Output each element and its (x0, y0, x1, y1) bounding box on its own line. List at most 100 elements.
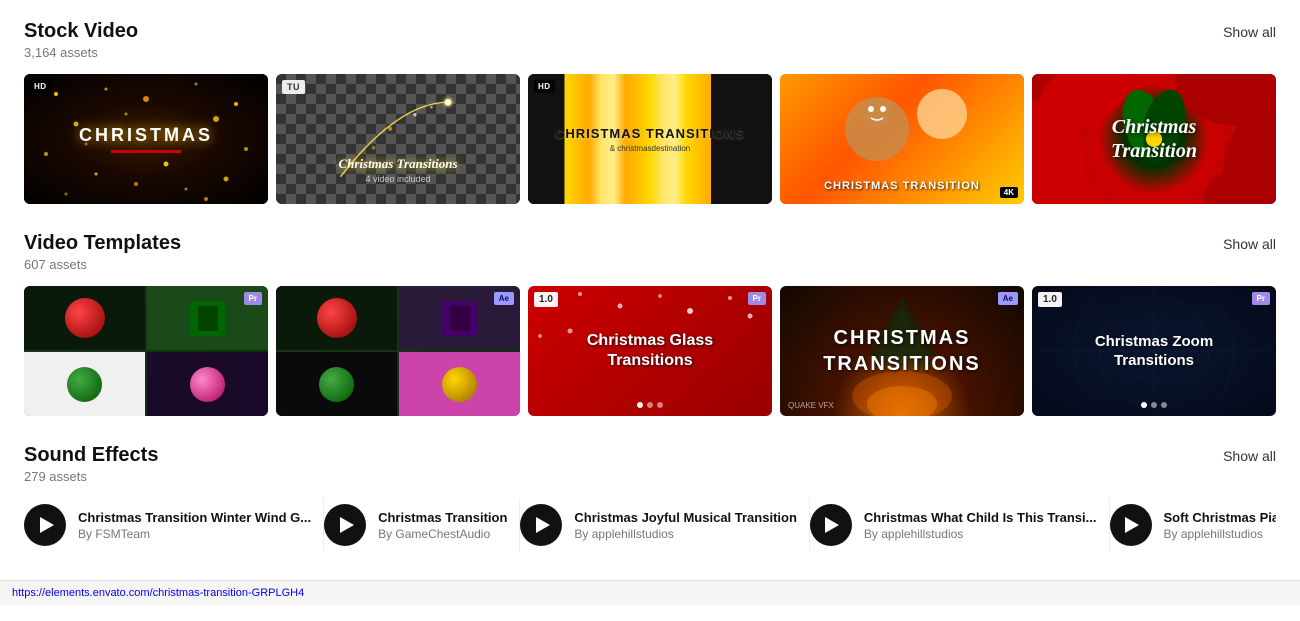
purple-box-inner (450, 306, 470, 331)
sound-author-5: By applehillstudios (1164, 527, 1277, 541)
template5-label-group: Christmas ZoomTransitions (1077, 314, 1231, 389)
card-bg-2: Christmas Transitions 4 video included T… (276, 74, 520, 204)
ornament-ball-pink-1 (190, 367, 225, 402)
dot-2 (647, 402, 653, 408)
play-button-3[interactable] (520, 504, 562, 546)
video-template-card-1[interactable]: Pr (24, 286, 268, 416)
template3-title: Christmas GlassTransitions (579, 323, 721, 379)
play-button-2[interactable] (324, 504, 366, 546)
card-bg-3: CHRISTMAS TRANSITIONS & christmasdestina… (528, 74, 772, 204)
sound-title-3: Christmas Joyful Musical Transition (574, 510, 797, 525)
card2-label-group: Christmas Transitions 4 video included (276, 156, 520, 184)
play-icon-1 (40, 517, 54, 533)
stock-video-title-group: Stock Video 3,164 assets (24, 20, 138, 60)
dot-1 (637, 402, 643, 408)
stock-video-card-2[interactable]: Christmas Transitions 4 video included T… (276, 74, 520, 204)
stock-video-card-3[interactable]: CHRISTMAS TRANSITIONS & christmasdestina… (528, 74, 772, 204)
page-container: Stock Video 3,164 assets Show all (0, 0, 1300, 552)
card5-title: ChristmasTransition (1111, 115, 1197, 163)
sound-info-3: Christmas Joyful Musical Transition By a… (574, 510, 797, 541)
card-bg-1: CHRISTMAS HD (24, 74, 268, 204)
status-url: https://elements.envato.com/christmas-tr… (12, 587, 304, 599)
sound-effects-header: Sound Effects 279 assets Show all (24, 444, 1276, 484)
card4-title: CHRISTMAS TRANSITION (780, 180, 1024, 192)
dot-5-2 (1151, 402, 1157, 408)
card3-title: CHRISTMAS TRANSITIONS (555, 126, 745, 141)
stock-video-card-1[interactable]: CHRISTMAS HD (24, 74, 268, 204)
ornament-ball-green-2 (319, 367, 354, 402)
template-bg-1: Pr (24, 286, 268, 416)
play-icon-4 (825, 517, 839, 533)
card3-badge: HD (534, 80, 555, 93)
sound-effects-row: Christmas Transition Winter Wind G... By… (24, 498, 1276, 552)
sound-effects-count: 279 assets (24, 469, 158, 484)
sound-author-1: By FSMTeam (78, 527, 311, 541)
sound-title-1: Christmas Transition Winter Wind G... (78, 510, 311, 525)
stock-video-card-5[interactable]: ChristmasTransition (1032, 74, 1276, 204)
video-templates-show-all[interactable]: Show all (1223, 232, 1276, 252)
video-template-card-3[interactable]: Christmas GlassTransitions 1.0 Pr (528, 286, 772, 416)
template5-dots (1141, 402, 1167, 408)
video-templates-header: Video Templates 607 assets Show all (24, 232, 1276, 272)
play-button-5[interactable] (1110, 504, 1152, 546)
video-template-card-4[interactable]: CHRISTMASTRANSITIONS Ae QUAKE VFX (780, 286, 1024, 416)
sound-item-5[interactable]: Soft Christmas Piano Transition By apple… (1110, 498, 1277, 552)
template2-sw-badge: Ae (494, 292, 514, 305)
ornament-cell-7 (276, 352, 397, 416)
video-templates-section: Video Templates 607 assets Show all (24, 232, 1276, 416)
stock-video-show-all[interactable]: Show all (1223, 20, 1276, 40)
sound-effects-show-all[interactable]: Show all (1223, 444, 1276, 464)
card4-label-group: CHRISTMAS TRANSITION (780, 180, 1024, 192)
sound-item-4[interactable]: Christmas What Child Is This Transi... B… (810, 498, 1110, 552)
template3-version: 1.0 (534, 292, 558, 307)
play-icon-2 (340, 517, 354, 533)
sound-item-1[interactable]: Christmas Transition Winter Wind G... By… (24, 498, 324, 552)
sound-item-3[interactable]: Christmas Joyful Musical Transition By a… (520, 498, 810, 552)
sound-author-4: By applehillstudios (864, 527, 1097, 541)
play-icon-5 (1125, 517, 1139, 533)
stock-video-section: Stock Video 3,164 assets Show all (24, 20, 1276, 204)
template5-version: 1.0 (1038, 292, 1062, 307)
template3-label-group: Christmas GlassTransitions (569, 313, 731, 389)
play-button-4[interactable] (810, 504, 852, 546)
sound-item-2[interactable]: Christmas Transition By GameChestAudio (324, 498, 520, 552)
play-icon-3 (536, 517, 550, 533)
sound-effects-section: Sound Effects 279 assets Show all Christ… (24, 444, 1276, 552)
sound-effects-title: Sound Effects (24, 444, 158, 467)
sound-info-5: Soft Christmas Piano Transition By apple… (1164, 510, 1277, 541)
card3-label-group: CHRISTMAS TRANSITIONS & christmasdestina… (545, 126, 755, 153)
video-templates-title: Video Templates (24, 232, 181, 255)
card2-badge: TU (282, 80, 305, 94)
stock-video-cards-row: CHRISTMAS HD (24, 74, 1276, 204)
template5-title: Christmas ZoomTransitions (1087, 324, 1221, 379)
template-bg-4: CHRISTMASTRANSITIONS Ae QUAKE VFX (780, 286, 1024, 416)
card3-subtitle: & christmasdestination (555, 144, 745, 153)
template4-sw-badge: Ae (998, 292, 1018, 305)
ornament-ball-gold (442, 367, 477, 402)
sound-title-5: Soft Christmas Piano Transition (1164, 510, 1277, 525)
video-templates-count: 607 assets (24, 257, 181, 272)
template3-dots (637, 402, 663, 408)
template5-sw-badge: Pr (1252, 292, 1270, 305)
template4-watermark: QUAKE VFX (788, 401, 834, 410)
stock-video-card-4[interactable]: CHRISTMAS TRANSITION 4K (780, 74, 1024, 204)
sound-title-2: Christmas Transition (378, 510, 507, 525)
card5-label-group: ChristmasTransition (1111, 115, 1197, 163)
stock-video-title: Stock Video (24, 20, 138, 43)
ornament-ball-green-1 (67, 367, 102, 402)
red-divider (111, 150, 181, 153)
template-bg-5: Christmas ZoomTransitions 1.0 Pr (1032, 286, 1276, 416)
dot-5-3 (1161, 402, 1167, 408)
status-bar: https://elements.envato.com/christmas-tr… (0, 580, 1300, 605)
sound-info-4: Christmas What Child Is This Transi... B… (864, 510, 1097, 541)
sound-author-3: By applehillstudios (574, 527, 797, 541)
dot-3 (657, 402, 663, 408)
ornament-cell-5 (276, 286, 397, 350)
video-template-card-5[interactable]: Christmas ZoomTransitions 1.0 Pr (1032, 286, 1276, 416)
video-template-card-2[interactable]: Ae (276, 286, 520, 416)
play-button-1[interactable] (24, 504, 66, 546)
video-templates-cards-row: Pr (24, 286, 1276, 416)
ornament-cell-8 (399, 352, 520, 416)
ornament-cell-4 (147, 352, 268, 416)
template1-sw-badge: Pr (244, 292, 262, 305)
